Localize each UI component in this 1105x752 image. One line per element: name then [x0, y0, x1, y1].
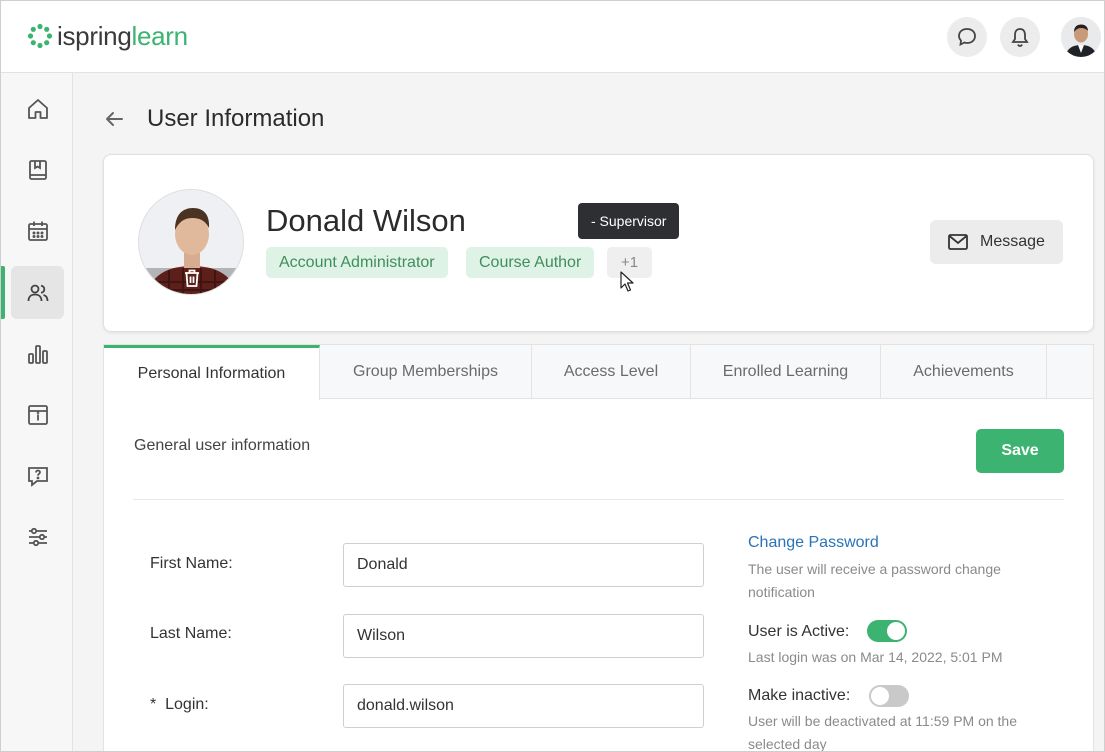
- last-login-text: Last login was on Mar 14, 2022, 5:01 PM: [748, 649, 1003, 665]
- sidebar-item-home[interactable]: [11, 82, 64, 135]
- sidebar-item-help[interactable]: [11, 449, 64, 502]
- user-details-panel: Personal Information Group Memberships A…: [103, 344, 1094, 752]
- chat-icon: [958, 28, 976, 47]
- last-name-field[interactable]: [343, 614, 704, 658]
- mouse-cursor-icon: [620, 271, 634, 292]
- profile-photo[interactable]: [138, 189, 244, 295]
- users-icon: [27, 284, 48, 301]
- login-field[interactable]: [343, 684, 704, 728]
- tab-bar: Personal Information Group Memberships A…: [104, 345, 1093, 400]
- chat-button[interactable]: [947, 17, 987, 57]
- avatar-image: [1061, 17, 1101, 57]
- info-icon: [27, 404, 48, 425]
- tab-group-memberships[interactable]: Group Memberships: [320, 345, 532, 399]
- sidebar: [1, 73, 73, 751]
- trash-icon[interactable]: [183, 268, 201, 288]
- tab-achievements[interactable]: Achievements: [881, 345, 1047, 399]
- first-name-label: First Name:: [150, 555, 233, 572]
- sidebar-item-calendar[interactable]: [11, 204, 64, 257]
- role-badge-course-author: Course Author: [466, 247, 595, 278]
- arrow-left-icon: [106, 112, 123, 126]
- make-inactive-hint: User will be deactivated at 11:59 PM on …: [748, 713, 1018, 752]
- logo-mark-icon: [27, 23, 53, 49]
- sidebar-item-settings[interactable]: [11, 510, 64, 563]
- last-name-label: Last Name:: [150, 625, 232, 642]
- home-icon: [27, 98, 48, 119]
- message-button[interactable]: Message: [930, 220, 1063, 264]
- bar-chart-icon: [27, 344, 48, 364]
- back-button[interactable]: [101, 106, 127, 132]
- question-icon: [27, 466, 48, 487]
- bell-icon: [1011, 28, 1029, 47]
- make-inactive-label: Make inactive:: [748, 687, 851, 704]
- user-avatar[interactable]: [1061, 17, 1101, 57]
- ispring-logo[interactable]: ispringlearn: [27, 21, 188, 51]
- first-name-field[interactable]: [343, 543, 704, 587]
- profile-card: Donald Wilson Account Administrator Cour…: [103, 154, 1094, 332]
- change-password-hint: The user will receive a password change …: [748, 561, 1001, 600]
- book-icon: [28, 159, 47, 180]
- sidebar-item-library[interactable]: [11, 143, 64, 196]
- settings-sliders-icon: [28, 527, 47, 546]
- role-badge-account-administrator: Account Administrator: [266, 247, 448, 278]
- message-button-label: Message: [980, 233, 1045, 250]
- notifications-button[interactable]: [1000, 17, 1040, 57]
- tab-access-level[interactable]: Access Level: [532, 345, 691, 399]
- logo-text-learn: learn: [131, 20, 189, 51]
- change-password-link[interactable]: Change Password: [748, 534, 879, 552]
- make-inactive-toggle[interactable]: [869, 685, 909, 707]
- divider: [133, 499, 1064, 500]
- page-title: User Information: [147, 105, 325, 132]
- save-button[interactable]: Save: [976, 429, 1064, 473]
- top-bar: ispringlearn: [1, 1, 1104, 73]
- envelope-icon: [948, 234, 968, 250]
- sidebar-item-reports[interactable]: [11, 327, 64, 380]
- logo-text-ispring: ispring: [57, 20, 132, 51]
- sidebar-active-indicator: [1, 266, 5, 319]
- section-title: General user information: [134, 437, 311, 454]
- tab-enrolled-learning[interactable]: Enrolled Learning: [691, 345, 881, 399]
- user-full-name: Donald Wilson: [266, 203, 466, 238]
- app-window: ispringlearn User Information Donald Wil…: [0, 0, 1105, 752]
- sidebar-item-info[interactable]: [11, 388, 64, 441]
- login-label: * Login:: [150, 696, 209, 713]
- tab-personal-information[interactable]: Personal Information: [104, 345, 320, 400]
- page-header: User Information: [101, 101, 324, 137]
- roles-tooltip: - Supervisor: [578, 203, 680, 239]
- user-active-label: User is Active:: [748, 623, 850, 640]
- sidebar-item-users[interactable]: [11, 266, 64, 319]
- user-active-toggle[interactable]: [867, 620, 907, 642]
- calendar-icon: [27, 221, 48, 241]
